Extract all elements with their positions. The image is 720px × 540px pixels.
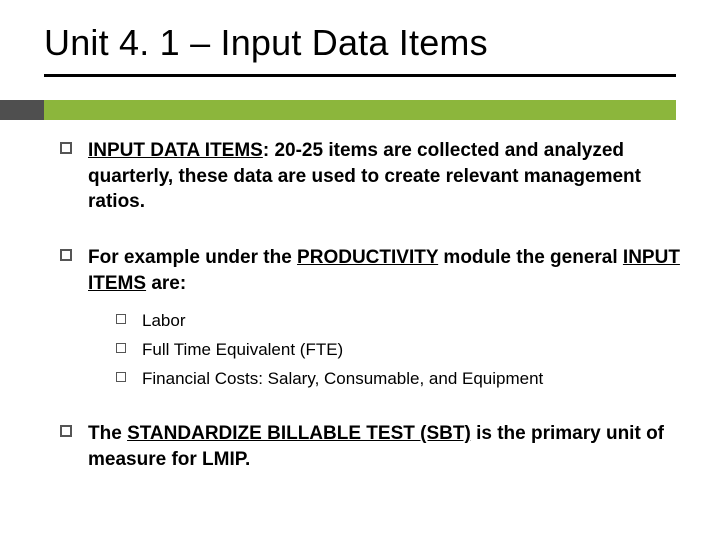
- bullet-1-lead: INPUT DATA ITEMS: [88, 140, 263, 161]
- bullet-item-1: INPUT DATA ITEMS: 20-25 items are collec…: [60, 138, 680, 215]
- slide: Unit 4. 1 – Input Data Items INPUT DATA …: [0, 0, 720, 540]
- sub-item-2: Full Time Equivalent (FTE): [116, 339, 680, 362]
- accent-bar: [44, 100, 676, 120]
- bullet-2-after: are:: [146, 273, 186, 294]
- square-bullet-icon: [60, 249, 72, 261]
- sub-item-3: Financial Costs: Salary, Consumable, and…: [116, 368, 680, 391]
- bullet-2-pre: For example under the: [88, 247, 297, 268]
- sub-item-2-text: Full Time Equivalent (FTE): [142, 340, 343, 359]
- square-bullet-icon: [60, 425, 72, 437]
- square-bullet-icon: [60, 142, 72, 154]
- sub-item-3-text: Financial Costs: Salary, Consumable, and…: [142, 369, 543, 388]
- bullet-3-pre: The: [88, 423, 127, 444]
- bullet-2-mid: module the general: [438, 247, 623, 268]
- sub-item-1-text: Labor: [142, 311, 185, 330]
- square-bullet-icon: [116, 343, 126, 353]
- sub-list: Labor Full Time Equivalent (FTE) Financi…: [116, 310, 680, 391]
- title-underline: [44, 74, 676, 77]
- bullet-item-3: The STANDARDIZE BILLABLE TEST (SBT) is t…: [60, 421, 680, 472]
- bullet-item-2: For example under the PRODUCTIVITY modul…: [60, 245, 680, 391]
- bullet-3-strong: STANDARDIZE BILLABLE TEST (SBT): [127, 423, 471, 444]
- accent-block: [0, 100, 44, 120]
- sub-item-1: Labor: [116, 310, 680, 333]
- square-bullet-icon: [116, 314, 126, 324]
- bullet-2-strong: PRODUCTIVITY: [297, 247, 438, 268]
- slide-body: INPUT DATA ITEMS: 20-25 items are collec…: [60, 138, 680, 502]
- square-bullet-icon: [116, 372, 126, 382]
- slide-title: Unit 4. 1 – Input Data Items: [44, 22, 488, 64]
